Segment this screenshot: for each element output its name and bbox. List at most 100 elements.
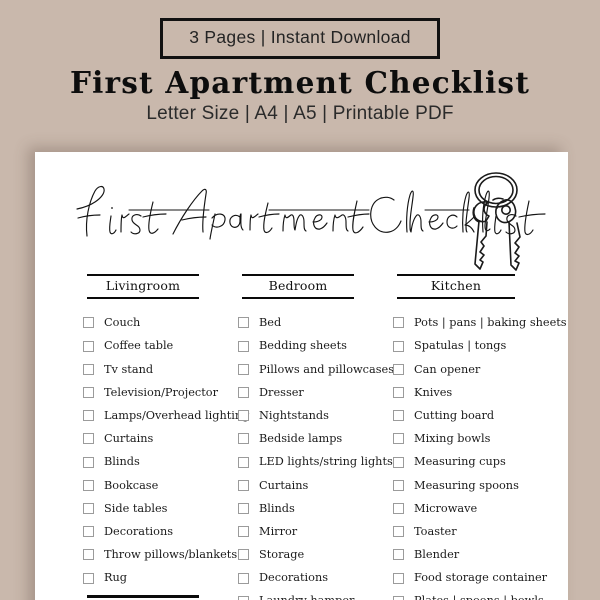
checklist-item-label: Food storage container xyxy=(414,571,548,585)
checkbox[interactable] xyxy=(238,387,249,399)
checklist-row[interactable]: Television/Projector xyxy=(83,381,238,404)
checklist-row[interactable]: Bed xyxy=(238,311,393,334)
checklist-row[interactable]: Throw pillows/blankets xyxy=(83,543,238,566)
checklist-row[interactable]: Curtains xyxy=(83,427,238,450)
checklist-row[interactable]: Mirror xyxy=(238,520,393,543)
checklist-row[interactable]: Pillows and pillowcases xyxy=(238,358,395,381)
column-list-bedroom: Bed Bedding sheets Pillows and pillowcas… xyxy=(238,311,395,600)
checklist-row[interactable]: Cutting board xyxy=(393,404,568,427)
checklist-item-label: Mixing bowls xyxy=(414,432,491,446)
checklist-row[interactable]: Toaster xyxy=(393,520,568,543)
checklist-row[interactable]: Decorations xyxy=(238,566,393,589)
checklist-row[interactable]: Couch xyxy=(83,311,238,334)
checkbox[interactable] xyxy=(393,572,404,584)
promo-subtitle: Letter Size | A4 | A5 | Printable PDF xyxy=(146,103,454,124)
checklist-row[interactable]: Knives xyxy=(393,381,568,404)
checkbox[interactable] xyxy=(83,410,94,422)
checklist-item-label: Pots | pans | baking sheets xyxy=(414,316,567,330)
checklist-row[interactable]: Measuring spoons xyxy=(393,474,568,497)
checkbox[interactable] xyxy=(238,363,249,375)
checkbox[interactable] xyxy=(393,387,404,399)
checklist-row[interactable]: Side tables xyxy=(83,497,238,520)
checkbox[interactable] xyxy=(238,502,249,514)
checkbox[interactable] xyxy=(238,479,249,491)
checklist-row[interactable]: Laundry hamper xyxy=(238,590,393,600)
checklist-item-label: Couch xyxy=(104,316,141,330)
checkbox[interactable] xyxy=(238,410,249,422)
checklist-row[interactable]: Bedding sheets xyxy=(238,335,393,358)
checkbox[interactable] xyxy=(83,340,94,352)
checklist-row[interactable]: Mixing bowls xyxy=(393,427,568,450)
column-header-livingroom: Livingroom xyxy=(87,274,199,300)
checklist-item-label: Bedding sheets xyxy=(259,339,347,353)
checkbox[interactable] xyxy=(83,433,94,445)
checklist-row[interactable]: Nightstands xyxy=(238,404,393,427)
checklist-row[interactable]: Dresser xyxy=(238,381,393,404)
checklist-row[interactable]: Food storage container xyxy=(393,566,568,589)
checklist-item-label: Bed xyxy=(259,316,282,330)
checklist-row[interactable]: Rug xyxy=(83,566,238,589)
checkbox[interactable] xyxy=(238,549,249,561)
checkbox[interactable] xyxy=(83,549,94,561)
checklist-row[interactable]: Storage xyxy=(238,543,393,566)
checklist-row[interactable]: LED lights/string lights xyxy=(238,451,393,474)
checkbox[interactable] xyxy=(393,479,404,491)
checklist-row[interactable]: Microwave xyxy=(393,497,568,520)
checkbox[interactable] xyxy=(83,526,94,538)
checkbox[interactable] xyxy=(83,387,94,399)
checkbox[interactable] xyxy=(393,549,404,561)
checkbox[interactable] xyxy=(238,340,249,352)
checklist-row[interactable]: Bookcase xyxy=(83,474,238,497)
checklist-row[interactable]: Blender xyxy=(393,543,568,566)
checkbox[interactable] xyxy=(393,595,404,600)
checkbox[interactable] xyxy=(238,433,249,445)
checkbox[interactable] xyxy=(238,526,249,538)
checkbox[interactable] xyxy=(83,479,94,491)
checkbox[interactable] xyxy=(238,317,249,329)
checkbox[interactable] xyxy=(238,572,249,584)
column-livingroom: Livingroom Couch Coffee table Tv stand T… xyxy=(83,274,249,600)
checklist-item-label: Knives xyxy=(414,385,453,399)
checkbox[interactable] xyxy=(83,456,94,468)
column-list-kitchen: Pots | pans | baking sheets Spatulas | t… xyxy=(393,311,568,600)
checklist-row[interactable]: Coffee table xyxy=(83,335,238,358)
checklist-item-label: Pillows and pillowcases xyxy=(259,362,395,376)
checklist-item-label: Coffee table xyxy=(104,339,174,353)
checklist-row[interactable]: Lamps/Overhead lighting xyxy=(83,404,249,427)
checkbox[interactable] xyxy=(83,572,94,584)
checklist-row[interactable]: Spatulas | tongs xyxy=(393,335,568,358)
checkbox[interactable] xyxy=(83,317,94,329)
promo-badge-label: 3 Pages | Instant Download xyxy=(189,27,411,47)
checklist-item-label: Blinds xyxy=(104,455,140,469)
promo-badge-wrap: 3 Pages | Instant Download xyxy=(0,18,600,60)
checkbox[interactable] xyxy=(238,595,249,600)
checklist-row[interactable]: Blinds xyxy=(238,497,393,520)
checklist-row[interactable]: Can opener xyxy=(393,358,568,381)
checklist-item-label: Tv stand xyxy=(104,362,154,376)
checkbox[interactable] xyxy=(83,363,94,375)
checkbox[interactable] xyxy=(393,526,404,538)
checkbox[interactable] xyxy=(393,456,404,468)
keys-icon xyxy=(453,166,545,274)
checkbox[interactable] xyxy=(393,502,404,514)
column-header-label: Kitchen xyxy=(430,278,482,293)
checkbox[interactable] xyxy=(393,317,404,329)
checklist-item-label: Mirror xyxy=(259,524,298,538)
checkbox[interactable] xyxy=(393,340,404,352)
checklist-item-label: Curtains xyxy=(259,478,309,492)
column-header-label: Livingroom xyxy=(105,278,181,293)
checklist-row[interactable]: Measuring cups xyxy=(393,451,568,474)
promo-badge: 3 Pages | Instant Download xyxy=(160,18,440,60)
checkbox[interactable] xyxy=(393,363,404,375)
checkbox[interactable] xyxy=(393,410,404,422)
checklist-row[interactable]: Plates | spoons | bowls xyxy=(393,590,568,600)
checklist-row[interactable]: Decorations xyxy=(83,520,238,543)
checkbox[interactable] xyxy=(238,456,249,468)
checklist-row[interactable]: Blinds xyxy=(83,451,238,474)
checklist-row[interactable]: Tv stand xyxy=(83,358,238,381)
checkbox[interactable] xyxy=(83,502,94,514)
checklist-row[interactable]: Bedside lamps xyxy=(238,427,393,450)
checklist-row[interactable]: Curtains xyxy=(238,474,393,497)
checkbox[interactable] xyxy=(393,433,404,445)
checklist-row[interactable]: Pots | pans | baking sheets xyxy=(393,311,568,334)
